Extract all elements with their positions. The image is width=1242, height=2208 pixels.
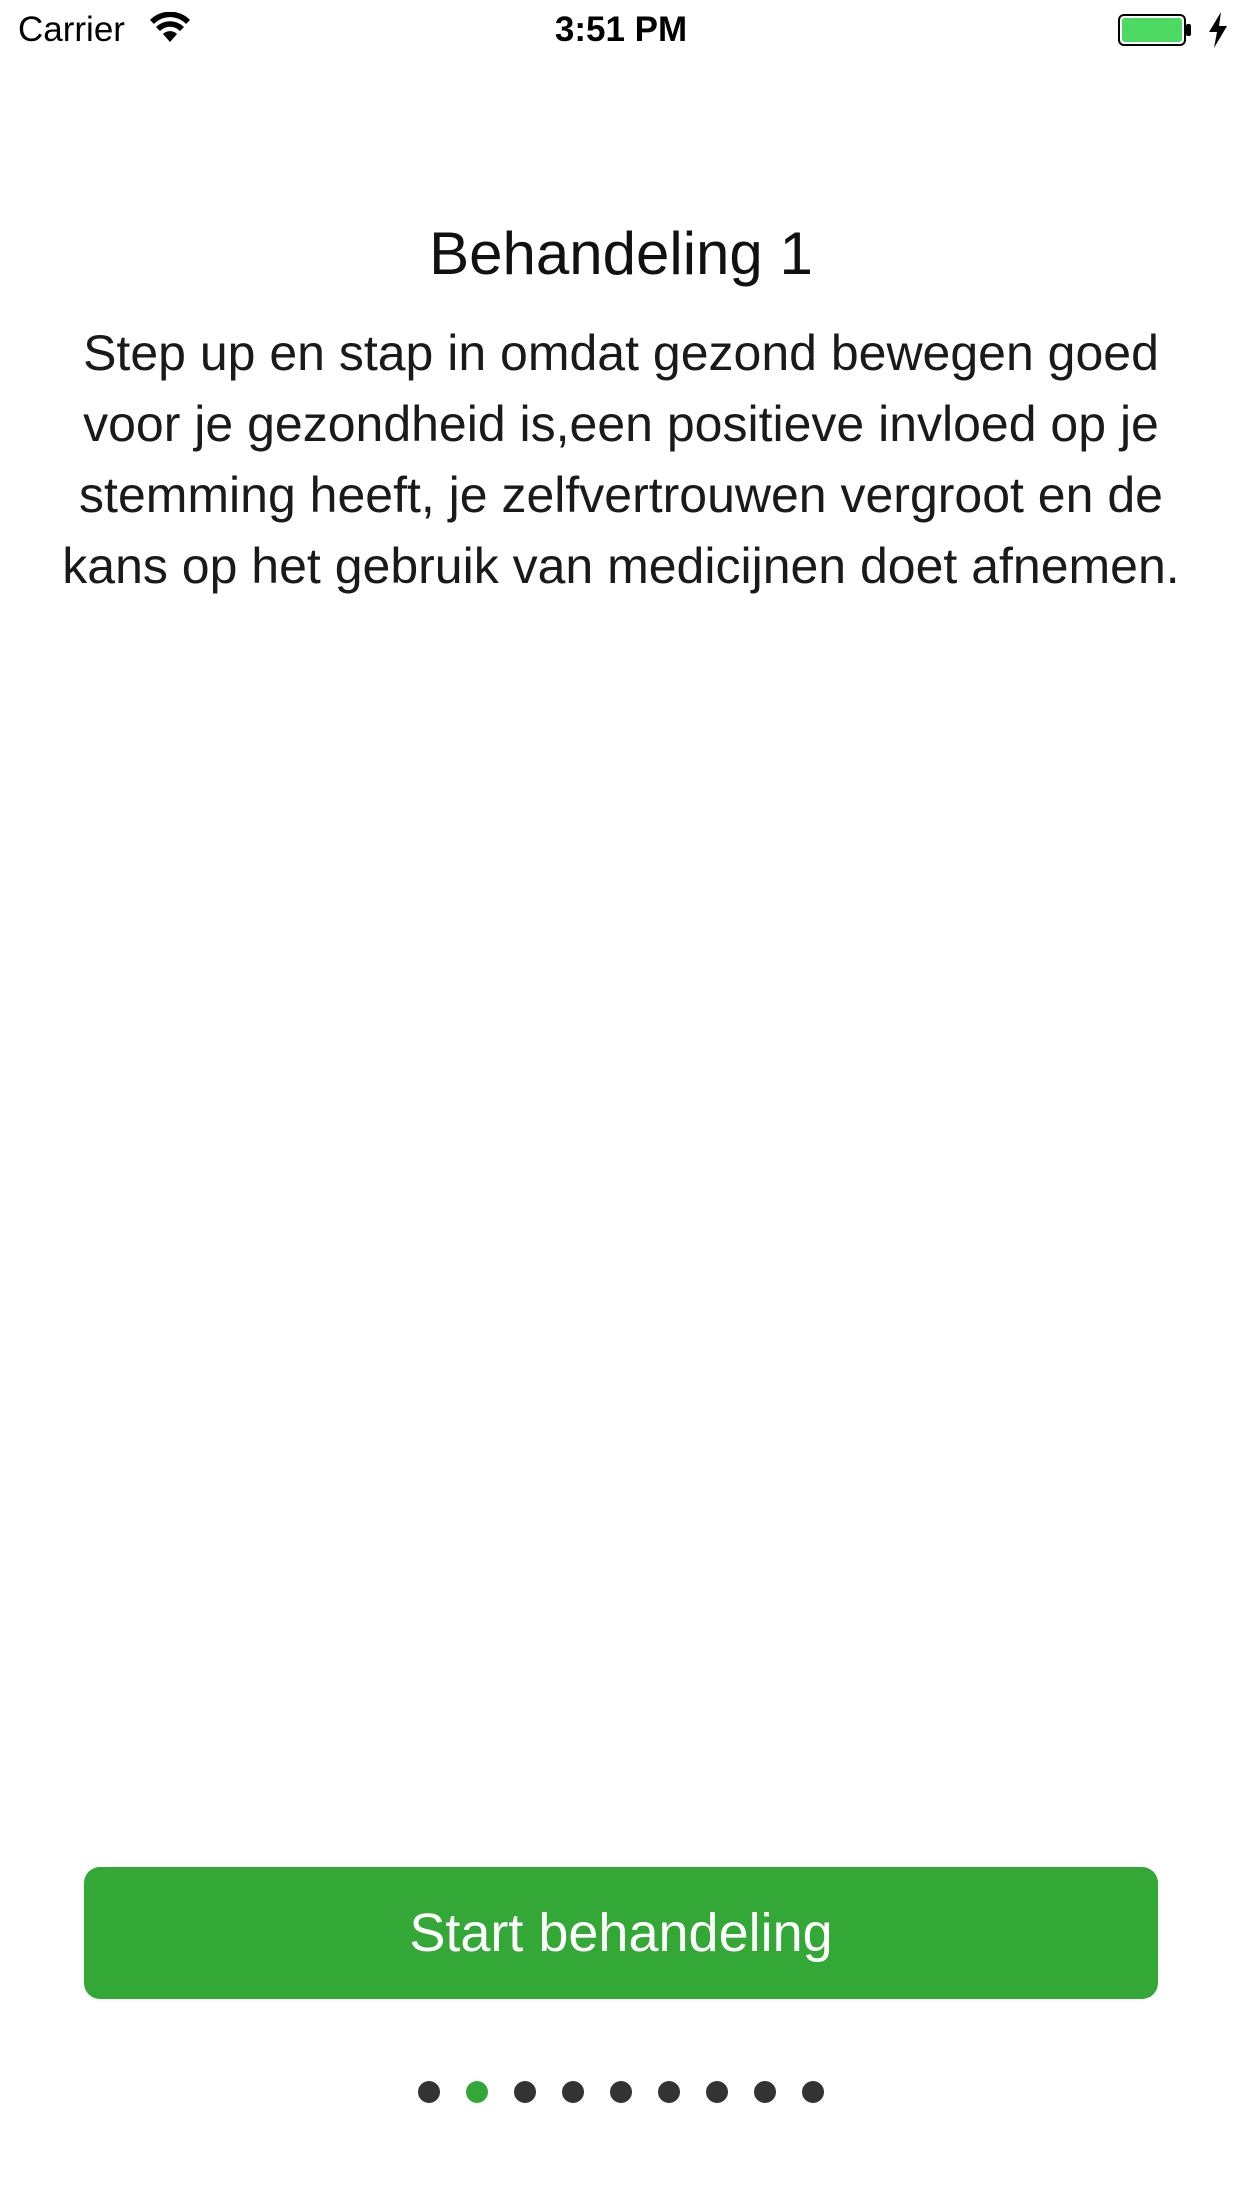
- page-dot[interactable]: [562, 2081, 584, 2103]
- status-bar: Carrier 3:51 PM: [0, 0, 1242, 60]
- page-title: Behandeling 1: [429, 220, 813, 287]
- page-dot[interactable]: [418, 2081, 440, 2103]
- treatment-description: Step up en stap in omdat gezond bewegen …: [62, 325, 1180, 594]
- battery-icon: [1118, 14, 1191, 46]
- page-dot[interactable]: [754, 2081, 776, 2103]
- start-treatment-button[interactable]: Start behandeling: [84, 1867, 1158, 1999]
- page-dot[interactable]: [706, 2081, 728, 2103]
- charging-bolt-icon: [1209, 12, 1227, 48]
- page-dot[interactable]: [514, 2081, 536, 2103]
- status-time: 3:51 PM: [554, 10, 688, 49]
- page-dot[interactable]: [610, 2081, 632, 2103]
- page-dot[interactable]: [658, 2081, 680, 2103]
- page-dot-active[interactable]: [466, 2081, 488, 2103]
- page-control[interactable]: [0, 2080, 1242, 2104]
- page-dot[interactable]: [802, 2081, 824, 2103]
